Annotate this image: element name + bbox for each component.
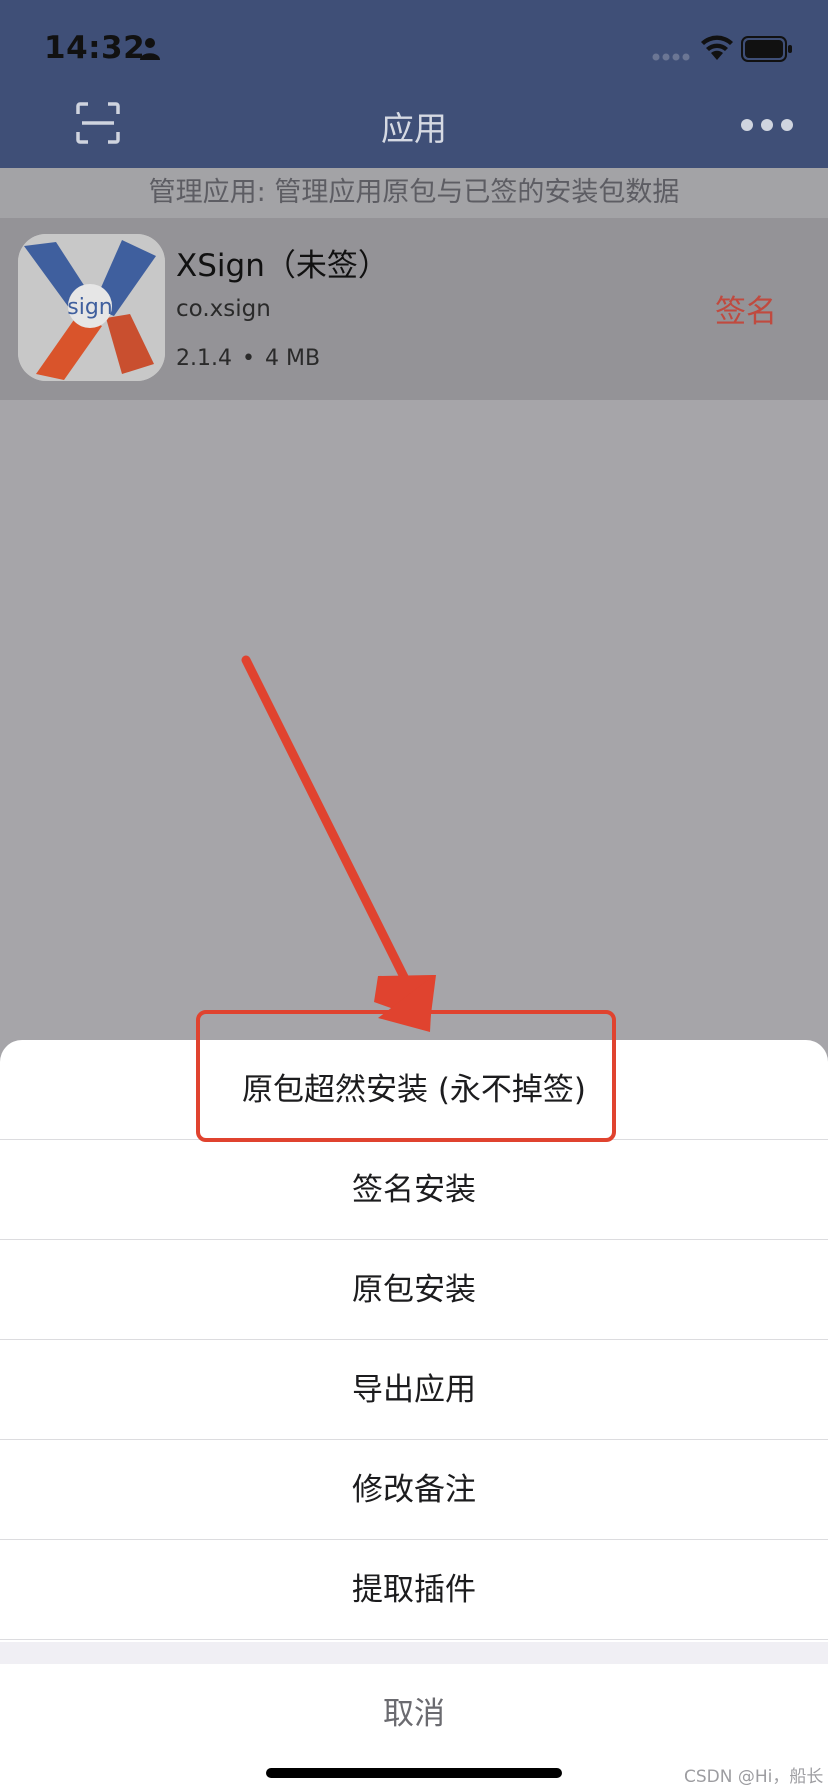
person-icon [140, 38, 160, 60]
wifi-icon [701, 35, 733, 60]
app-list-item[interactable]: sign XSign（未签） co.xsign 2.1.4 • 4 MB 签名 [0, 218, 828, 400]
app-version: 2.1.4 [176, 346, 232, 371]
xsign-logo-icon: sign [18, 234, 165, 381]
nav-title: 应用 [381, 109, 447, 148]
app-size: 4 MB [264, 346, 321, 371]
sheet-separator [0, 1642, 828, 1664]
meta-separator: • [241, 346, 255, 371]
info-bar: 管理应用: 管理应用原包与已签的安装包数据 [0, 168, 828, 218]
sheet-item-extract-plugin[interactable]: 提取插件 [0, 1540, 828, 1640]
app-meta: 2.1.4 • 4 MB [176, 346, 320, 371]
sheet-item-original-install[interactable]: 原包安装 [0, 1240, 828, 1340]
home-indicator [266, 1768, 562, 1778]
cancel-button[interactable]: 取消 [0, 1664, 828, 1764]
watermark: CSDN @Hi，船长 [684, 1767, 824, 1787]
sheet-item-sign-install[interactable]: 签名安装 [0, 1140, 828, 1240]
screen: 14:32 应用 管理应用: 管理应用原包与已签的安装包数据 sign XSig… [0, 0, 828, 1792]
app-bundle-id: co.xsign [176, 296, 271, 322]
app-name: XSign（未签） [176, 248, 389, 284]
sign-button[interactable]: 签名 [715, 286, 777, 331]
xsign-app-icon: sign [18, 234, 165, 381]
top-bar: 14:32 应用 [0, 0, 828, 168]
more-icon[interactable] [740, 118, 794, 132]
sheet-item-edit-note[interactable]: 修改备注 [0, 1440, 828, 1540]
xsign-logo-text: sign [67, 295, 112, 320]
sheet-item-export-app[interactable]: 导出应用 [0, 1340, 828, 1440]
annotation-highlight-box [196, 1010, 616, 1142]
status-time: 14:32 [44, 30, 146, 66]
battery-icon [741, 36, 792, 62]
action-sheet: 原包超然安装 (永不掉签) 签名安装 原包安装 导出应用 修改备注 提取插件 取… [0, 1040, 828, 1792]
cellular-signal-icon [652, 53, 690, 61]
